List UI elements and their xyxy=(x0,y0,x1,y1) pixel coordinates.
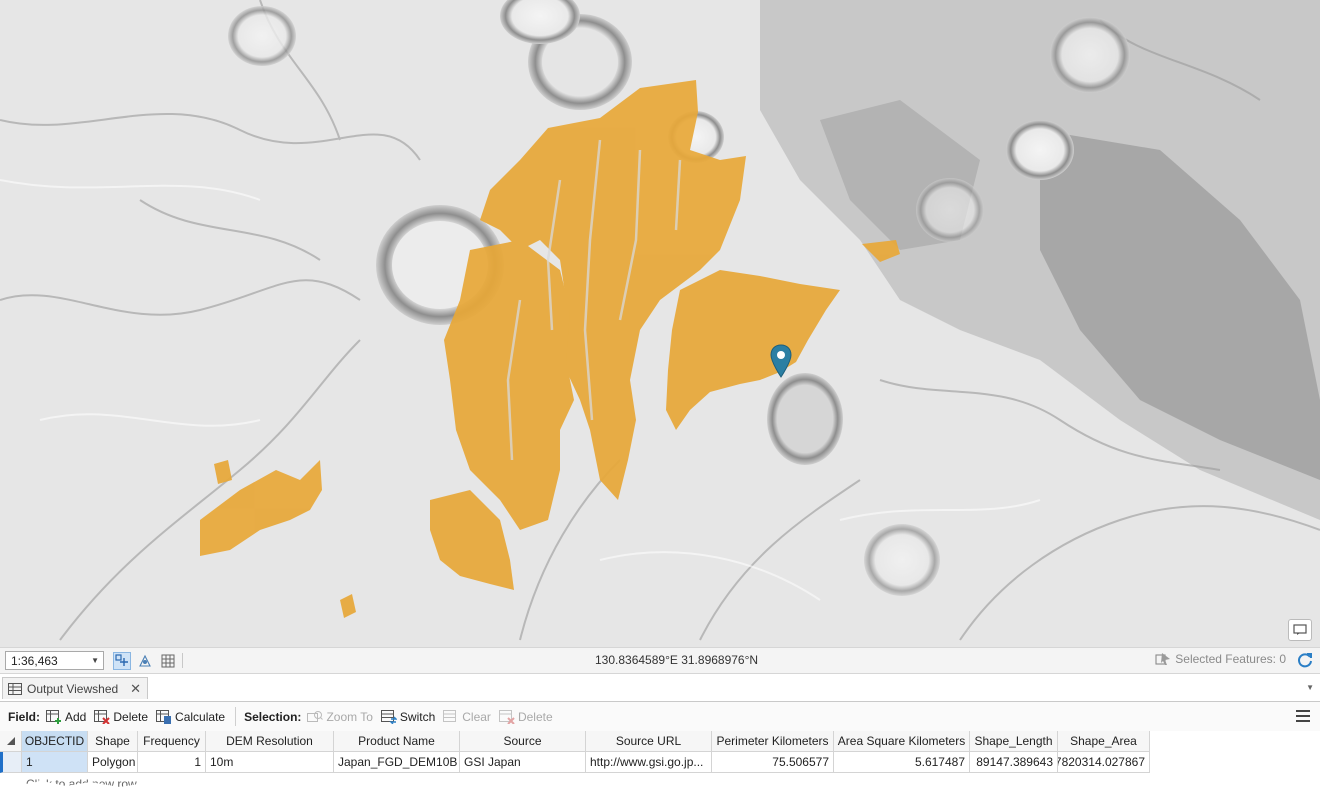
tab-output-viewshed[interactable]: Output Viewshed ✕ xyxy=(2,677,149,699)
switch-selection-label: Switch xyxy=(399,709,436,724)
delete-field-label: Delete xyxy=(113,709,149,724)
map-status-bar: 1:36,463 ▼ 130.8364589°E 31.8968976°N Se… xyxy=(0,647,1320,674)
select-all-corner[interactable] xyxy=(0,731,22,752)
scale-value: 1:36,463 xyxy=(11,653,58,668)
zoom-to-label: Zoom To xyxy=(326,709,373,724)
delete-selection-icon xyxy=(498,709,515,724)
calculate-field-label: Calculate xyxy=(175,709,226,724)
cell-shape-length[interactable]: 89147.389643 xyxy=(970,752,1058,773)
cell-dem-resolution[interactable]: 10m xyxy=(206,752,334,773)
map-options-icon[interactable] xyxy=(1288,619,1312,641)
clear-selection-button[interactable]: Clear xyxy=(443,709,491,724)
switch-selection-icon xyxy=(380,709,397,724)
snapping-icon[interactable] xyxy=(136,652,154,670)
column-header-product-name[interactable]: Product Name xyxy=(334,731,460,752)
calculate-field-button[interactable]: Calculate xyxy=(156,709,226,724)
column-header-source[interactable]: Source xyxy=(460,731,586,752)
table-header-row: OBJECTID Shape Frequency DEM Resolution … xyxy=(0,731,1150,752)
cell-frequency[interactable]: 1 xyxy=(138,752,206,773)
column-header-shape-area[interactable]: Shape_Area xyxy=(1058,731,1150,752)
grid-icon[interactable] xyxy=(159,652,177,670)
column-header-shape-length[interactable]: Shape_Length xyxy=(970,731,1058,752)
chevron-down-icon: ▼ xyxy=(91,656,99,665)
column-header-area-square-kilometers[interactable]: Area Square Kilometers xyxy=(834,731,970,752)
toolbar-separator xyxy=(235,707,237,726)
zoom-to-icon xyxy=(307,710,324,722)
scale-selector[interactable]: 1:36,463 ▼ xyxy=(5,651,104,670)
switch-selection-button[interactable]: Switch xyxy=(380,709,436,724)
hamburger-menu-icon[interactable] xyxy=(1296,710,1310,725)
selection-label: Selection: xyxy=(244,709,302,724)
selected-features-readout[interactable]: Selected Features: 0 xyxy=(1155,652,1286,666)
column-header-shape[interactable]: Shape xyxy=(88,731,138,752)
add-field-icon xyxy=(46,709,61,724)
close-icon[interactable]: ✕ xyxy=(130,681,141,697)
cell-perimeter-kilometers[interactable]: 75.506577 xyxy=(712,752,834,773)
zoom-to-button[interactable]: Zoom To xyxy=(307,709,373,724)
status-separator xyxy=(182,653,183,668)
field-label: Field: xyxy=(8,709,40,724)
cursor-coordinates: 130.8364589°E 31.8968976°N xyxy=(595,653,759,667)
selected-features-icon xyxy=(1155,653,1171,665)
cell-objectid[interactable]: 1 xyxy=(22,752,88,773)
column-header-source-url[interactable]: Source URL xyxy=(586,731,712,752)
map-view[interactable] xyxy=(0,0,1320,647)
column-header-dem-resolution[interactable]: DEM Resolution xyxy=(206,731,334,752)
table-toolbar: Field: Add Delete Calculate Selection: Z… xyxy=(0,702,1320,732)
refresh-icon[interactable] xyxy=(1296,651,1314,669)
column-header-frequency[interactable]: Frequency xyxy=(138,731,206,752)
delete-selection-button[interactable]: Delete xyxy=(498,709,553,724)
delete-selection-label: Delete xyxy=(517,709,553,724)
selected-features-label: Selected Features: 0 xyxy=(1175,652,1286,666)
add-field-button[interactable]: Add xyxy=(46,709,87,724)
clear-selection-label: Clear xyxy=(462,709,491,724)
add-field-label: Add xyxy=(65,709,87,724)
navigator-icon[interactable] xyxy=(113,651,131,670)
cell-source-url[interactable]: http://www.gsi.go.jp... xyxy=(586,752,712,773)
cell-product-name[interactable]: Japan_FGD_DEM10B xyxy=(334,752,460,773)
terrain-hillshade xyxy=(0,0,1320,647)
delete-field-icon xyxy=(94,709,111,724)
cell-source[interactable]: GSI Japan xyxy=(460,752,586,773)
chevron-down-icon[interactable]: ▼ xyxy=(1306,683,1314,692)
delete-field-button[interactable]: Delete xyxy=(94,709,149,724)
row-selector[interactable] xyxy=(0,752,22,773)
tab-label: Output Viewshed xyxy=(27,681,119,696)
table-row[interactable]: 1 Polygon 1 10m Japan_FGD_DEM10B GSI Jap… xyxy=(0,752,1150,773)
calculate-field-icon xyxy=(156,709,172,724)
attribute-table-tabstrip: Output Viewshed ✕ ▼ xyxy=(0,674,1320,702)
location-pin-icon[interactable] xyxy=(770,344,792,378)
cell-shape[interactable]: Polygon xyxy=(88,752,138,773)
column-header-objectid[interactable]: OBJECTID xyxy=(22,731,88,752)
torn-edge-decoration xyxy=(0,781,1320,794)
cell-area-square-kilometers[interactable]: 5.617487 xyxy=(834,752,970,773)
column-header-perimeter-kilometers[interactable]: Perimeter Kilometers xyxy=(712,731,834,752)
table-icon xyxy=(8,682,22,695)
cell-shape-area[interactable]: 7820314.027867 xyxy=(1058,752,1150,773)
clear-selection-icon xyxy=(443,709,457,722)
